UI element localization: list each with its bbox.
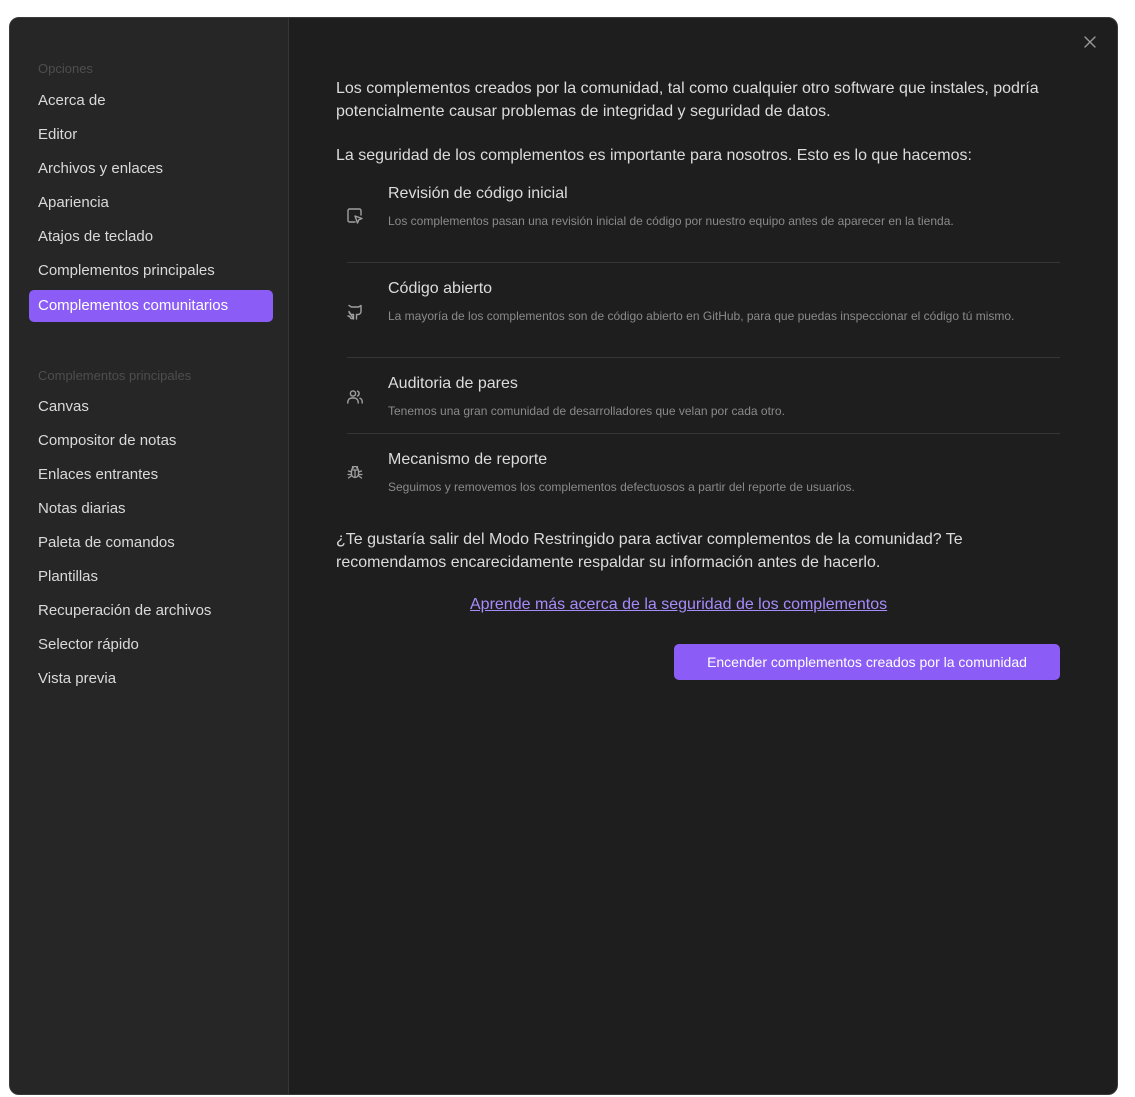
code-review-icon bbox=[344, 205, 366, 227]
sidebar-item-command-palette[interactable]: Paleta de comandos bbox=[29, 527, 273, 559]
restricted-mode-question: ¿Te gustaría salir del Modo Restringido … bbox=[336, 531, 963, 571]
sidebar-item-file-recovery[interactable]: Recuperación de archivos bbox=[29, 595, 273, 627]
sidebar-heading-options: Opciones bbox=[38, 61, 93, 76]
enable-community-plugins-button[interactable]: Encender complementos creados por la com… bbox=[674, 644, 1060, 680]
bug-icon bbox=[344, 461, 366, 483]
feature-title-peer-review: Auditoria de pares bbox=[388, 375, 518, 392]
security-lead-text: La seguridad de los complementos es impo… bbox=[336, 147, 972, 164]
divider bbox=[347, 357, 1060, 358]
github-icon bbox=[344, 301, 366, 323]
sidebar-item-canvas[interactable]: Canvas bbox=[29, 391, 273, 423]
sidebar-item-daily-notes[interactable]: Notas diarias bbox=[29, 493, 273, 525]
feature-desc-peer-review: Tenemos una gran comunidad de desarrolla… bbox=[388, 404, 785, 418]
sidebar-item-files-links[interactable]: Archivos y enlaces bbox=[29, 153, 273, 185]
sidebar-item-note-composer[interactable]: Compositor de notas bbox=[29, 425, 273, 457]
sidebar-item-templates[interactable]: Plantillas bbox=[29, 561, 273, 593]
sidebar-item-appearance[interactable]: Apariencia bbox=[29, 187, 273, 219]
intro-text: Los complementos creados por la comunida… bbox=[336, 80, 1039, 120]
feature-title-reporting: Mecanismo de reporte bbox=[388, 451, 548, 468]
sidebar-item-core-plugins[interactable]: Complementos principales bbox=[29, 255, 273, 287]
feature-title-code-review: Revisión de código inicial bbox=[388, 185, 568, 202]
sidebar-item-backlinks[interactable]: Enlaces entrantes bbox=[29, 459, 273, 491]
feature-desc-open-source: La mayoría de los complementos son de có… bbox=[388, 309, 1015, 323]
sidebar-item-quick-switcher[interactable]: Selector rápido bbox=[29, 629, 273, 661]
divider bbox=[347, 262, 1060, 263]
sidebar-item-about[interactable]: Acerca de bbox=[29, 85, 273, 117]
sidebar-item-hotkeys[interactable]: Atajos de teclado bbox=[29, 221, 273, 253]
settings-modal: Opciones Acerca de Editor Archivos y enl… bbox=[9, 17, 1118, 1095]
divider bbox=[347, 433, 1060, 434]
settings-sidebar: Opciones Acerca de Editor Archivos y enl… bbox=[10, 18, 289, 1094]
settings-content: Los complementos creados por la comunida… bbox=[289, 18, 1117, 1094]
feature-desc-reporting: Seguimos y removemos los complementos de… bbox=[388, 480, 855, 494]
sidebar-item-page-preview[interactable]: Vista previa bbox=[29, 663, 273, 695]
sidebar-item-community-plugins[interactable]: Complementos comunitarios bbox=[29, 290, 273, 322]
sidebar-item-editor[interactable]: Editor bbox=[29, 119, 273, 151]
learn-more-link[interactable]: Aprende más acerca de la seguridad de lo… bbox=[470, 596, 887, 614]
feature-desc-code-review: Los complementos pasan una revisión inic… bbox=[388, 214, 954, 228]
feature-title-open-source: Código abierto bbox=[388, 280, 493, 297]
users-icon bbox=[344, 386, 366, 408]
sidebar-heading-core-plugins: Complementos principales bbox=[38, 368, 192, 383]
